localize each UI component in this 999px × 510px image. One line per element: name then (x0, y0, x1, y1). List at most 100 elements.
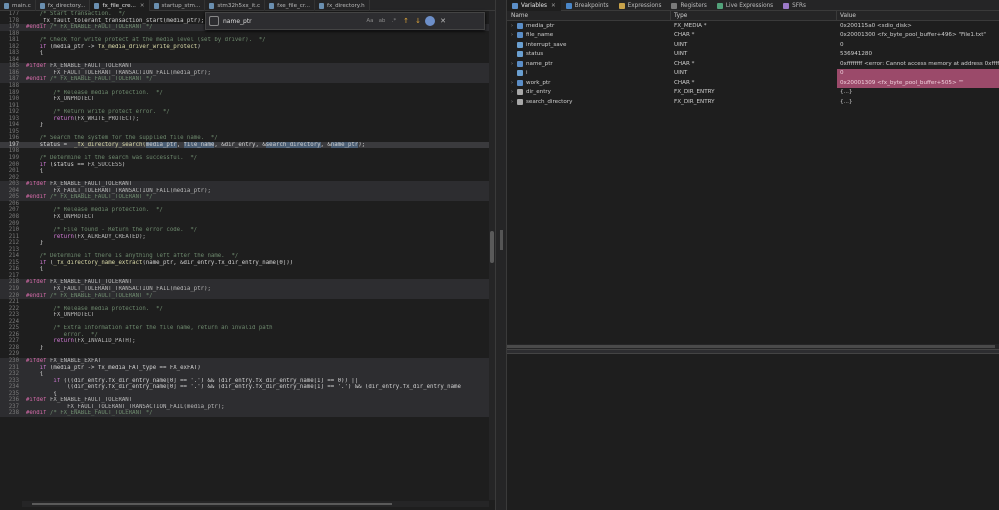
code-token: #ifdef (26, 397, 47, 404)
search-icon[interactable] (425, 16, 435, 26)
column-header-name[interactable]: Name (507, 11, 671, 20)
find-input[interactable] (223, 15, 363, 27)
code-token: { (26, 50, 44, 57)
editor-tab[interactable]: fx_directory... (36, 0, 91, 11)
view-tab[interactable]: Breakpoints (561, 0, 614, 11)
editor-tab-label: startup_stm... (161, 2, 201, 9)
code-editor[interactable]: main.c fx_directory... fx_file_cre... ✕ star… (0, 0, 495, 510)
code-token: , (176, 141, 184, 148)
editor-tab[interactable]: main.c (0, 0, 36, 11)
code-token: FX_FAULT_TOLERANT_TRANSACTION_FAIL(media… (26, 69, 211, 76)
code-token: FX_ENABLE_FAULT_TOLERANT (46, 181, 133, 188)
variable-value[interactable]: 0x20001309 <fx_byte_pool_buffer+505> "" (837, 78, 999, 88)
editor-tab-label: main.c (12, 2, 31, 9)
variable-value[interactable]: {...} (837, 97, 999, 107)
code-token: (name_ptr, &dir_entry.fx_dir_entry_name[… (142, 259, 294, 266)
scrollbar-thumb[interactable] (490, 231, 494, 263)
code-token: /* FX_ENABLE_FAULT_TOLERANT */ (46, 410, 153, 417)
splitter-grip[interactable] (500, 230, 503, 250)
regex-button[interactable]: .* (389, 16, 399, 26)
variable-row[interactable]: › file_name CHAR * 0x20001300 <fx_byte_pool… (507, 31, 999, 41)
code-token: , & (320, 141, 331, 148)
variable-row[interactable]: › dir_entry FX_DIR_ENTRY {...} (507, 88, 999, 98)
variable-value[interactable]: 0x200115a0 <sdio_disk> (837, 21, 999, 31)
match-case-button[interactable]: Aa (365, 16, 375, 26)
variable-detail-pane[interactable] (507, 354, 999, 510)
code-token: /* Check for write protect at the media … (26, 37, 266, 44)
editor-tab[interactable]: fxe_file_cr... (265, 0, 315, 11)
close-view-icon[interactable]: ✕ (551, 3, 556, 9)
code-token: /* FX_ENABLE_FAULT_TOLERANT */ (46, 24, 153, 31)
code-token: /* Release media protection. */ (26, 305, 163, 312)
code-token: if (26, 364, 47, 371)
search-match: name_ptr (330, 141, 359, 148)
view-tab-label: Live Expressions (725, 2, 774, 9)
whole-word-button[interactable]: ab (377, 16, 387, 26)
column-header-value[interactable]: Value (837, 11, 999, 20)
variable-value[interactable]: {...} (837, 88, 999, 98)
code-token: if (26, 259, 47, 266)
view-tab[interactable]: SFRs (778, 0, 811, 11)
scrollbar-thumb[interactable] (507, 345, 995, 348)
column-header-type[interactable]: Type (671, 11, 837, 20)
code-token: (((dir_entry.fx_dir_entry_name[0] == '.'… (60, 377, 359, 384)
view-tab[interactable]: Expressions (614, 0, 667, 11)
code-token: if (26, 43, 47, 50)
code-token: (FX_WRITE_PROTECT); (73, 115, 140, 122)
view-tab[interactable]: Variables ✕ (507, 0, 561, 11)
code-token: /* Release media protection. */ (26, 207, 163, 214)
variable-row[interactable]: › media_ptr FX_MEDIA * 0x200115a0 <sdio_dis… (507, 21, 999, 31)
find-next-icon[interactable]: ↓ (413, 16, 423, 26)
variable-row[interactable]: interrupt_save UINT 0 (507, 40, 999, 50)
variable-row[interactable]: › work_ptr CHAR * 0x20001309 <fx_byte_pool_… (507, 78, 999, 88)
pane-splitter[interactable] (495, 0, 507, 510)
close-icon[interactable]: ✕ (438, 16, 448, 26)
code-token: FX_ENABLE_FAULT_TOLERANT (46, 397, 133, 404)
editor-tab[interactable]: fx_file_cre... ✕ (90, 0, 150, 11)
editor-tab[interactable]: fx_directory.h (315, 0, 370, 11)
view-tab-label: Registers (680, 2, 707, 9)
pointer-variable-icon (517, 22, 523, 29)
view-tab-label: Variables (521, 2, 547, 9)
variable-name-cell: i (507, 69, 671, 79)
variable-value[interactable]: 0 (837, 68, 999, 78)
code-token: /* FX_ENABLE_FAULT_TOLERANT */ (46, 76, 153, 83)
code-token: #endif (26, 24, 47, 31)
code-token: return (26, 115, 74, 122)
variable-value[interactable]: 536941280 (837, 50, 999, 60)
view-tab[interactable]: Live Expressions (712, 0, 778, 11)
variable-name-cell: status (507, 50, 671, 60)
code-token: FX_FAULT_TOLERANT_TRANSACTION_FAIL(media… (26, 403, 225, 410)
variable-name-cell: › media_ptr (507, 21, 671, 31)
code-token: _fx_directory_search( (70, 141, 146, 148)
line-source: #endif /* FX_ENABLE_FAULT_TOLERANT */ (26, 410, 489, 417)
toggle-replace-button[interactable] (209, 16, 219, 26)
scrollbar-thumb[interactable] (32, 503, 392, 505)
live-expressions-icon (716, 2, 723, 9)
variable-row[interactable]: › search_directory FX_DIR_ENTRY {...} (507, 97, 999, 107)
variable-name: dir_entry (526, 89, 551, 96)
find-previous-icon[interactable]: ↑ (401, 16, 411, 26)
editor-horizontal-scrollbar[interactable] (22, 501, 489, 507)
variable-value[interactable]: 0 (837, 40, 999, 50)
variable-name: interrupt_save (526, 41, 567, 48)
variable-value[interactable]: 0xffffffff <error: Cannot access memory … (837, 59, 999, 69)
editor-tab[interactable]: startup_stm... (150, 0, 206, 11)
variable-row[interactable]: status UINT 536941280 (507, 50, 999, 60)
code-token: #ifdef (26, 357, 47, 364)
close-tab-icon[interactable]: ✕ (140, 3, 145, 9)
line-number[interactable]: 238 (0, 410, 22, 417)
variable-type: UINT (674, 51, 688, 58)
code-token: FX_ENABLE_EXFAT (46, 357, 102, 364)
variable-value[interactable]: 0x20001300 <fx_byte_pool_buffer+496> "Fi… (837, 31, 999, 41)
search-match: search_directory (265, 141, 321, 148)
variables-table: › media_ptr FX_MEDIA * 0x200115a0 <sdio_dis… (507, 21, 999, 107)
variable-row[interactable]: i UINT 0 (507, 68, 999, 79)
code-token: /* File found - Return the error code. *… (26, 227, 198, 234)
code-token: FX_FAULT_TOLERANT_TRANSACTION_FAIL(media… (26, 187, 211, 194)
variable-row[interactable]: › name_ptr CHAR * 0xffffffff <error: Cannot… (507, 59, 999, 69)
editor-tab[interactable]: stm32h5xx_it.c (205, 0, 266, 11)
code-area[interactable]: 177 /* Start transaction. */178 _fx_faul… (0, 11, 489, 500)
view-tab[interactable]: Registers (666, 0, 711, 11)
code-line[interactable]: 238 #endif /* FX_ENABLE_FAULT_TOLERANT */ (0, 410, 489, 417)
